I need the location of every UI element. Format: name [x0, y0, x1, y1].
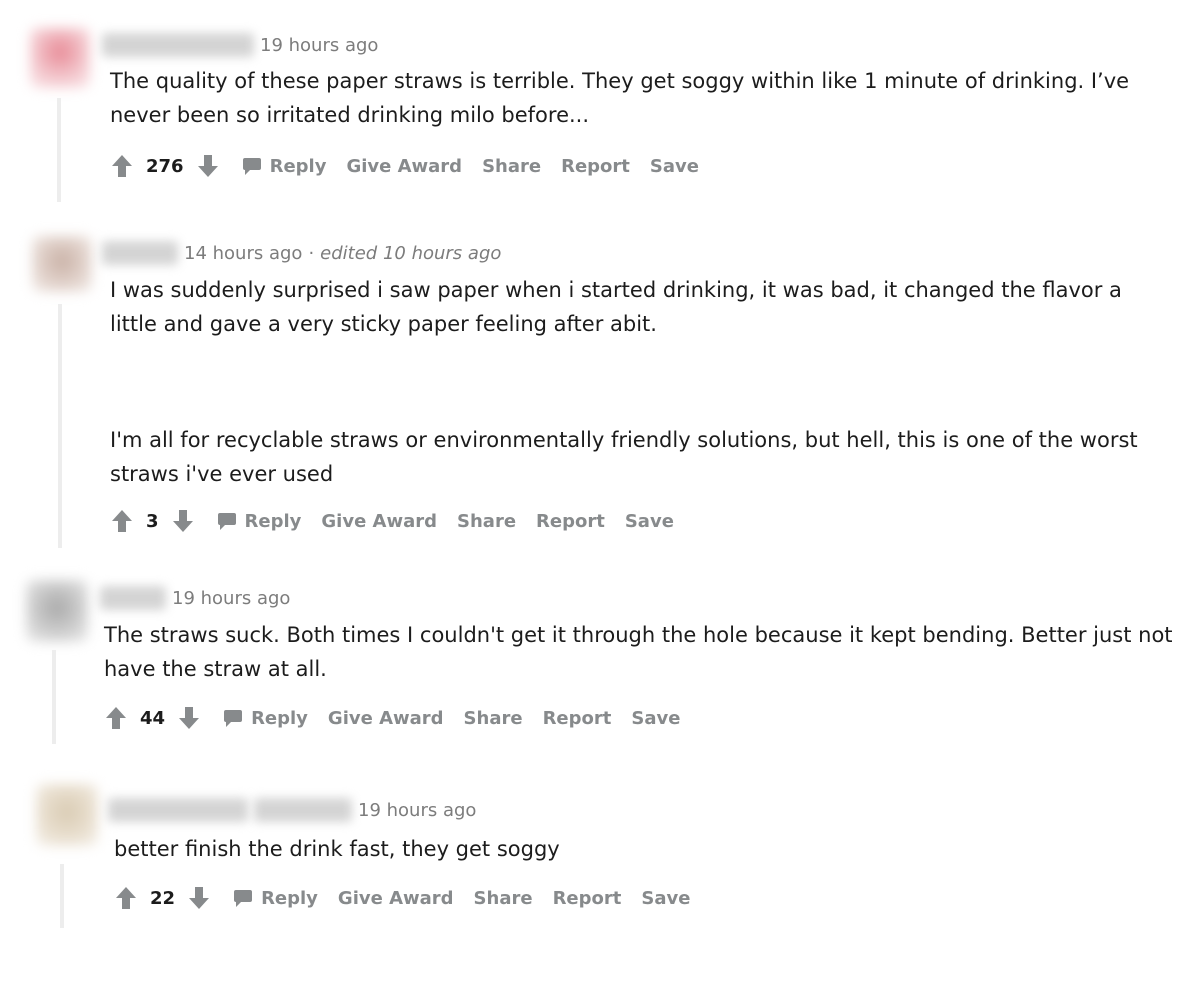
downvote-button[interactable]: [177, 705, 201, 731]
save-button[interactable]: Save: [631, 708, 680, 729]
username-blurred[interactable]: [102, 241, 178, 265]
reply-label: Reply: [261, 887, 318, 909]
give-award-button[interactable]: Give Award: [338, 888, 454, 909]
reply-label: Reply: [244, 510, 302, 532]
speech-bubble-icon: [217, 513, 236, 530]
avatar[interactable]: [26, 580, 88, 642]
upvote-button[interactable]: [110, 153, 134, 179]
comment: 14 hours ago · edited 10 hours ago I was…: [0, 210, 1200, 560]
comment-body: I was suddenly surprised i saw paper whe…: [110, 273, 1170, 491]
comment-paragraph: better finish the drink fast, they get s…: [114, 837, 560, 861]
thread-line[interactable]: [57, 98, 61, 202]
vote-score: 44: [140, 707, 166, 729]
arrow-up-icon: [112, 510, 132, 532]
username-blurred[interactable]: [102, 33, 254, 57]
comment-actions: 276 Reply Give Award Share Report Save: [110, 151, 699, 181]
save-button[interactable]: Save: [625, 511, 674, 532]
reply-button[interactable]: Reply: [217, 510, 302, 532]
give-award-button[interactable]: Give Award: [321, 511, 437, 532]
arrow-down-icon: [172, 510, 193, 532]
save-button[interactable]: Save: [641, 888, 690, 909]
downvote-button[interactable]: [171, 508, 195, 534]
share-button[interactable]: Share: [457, 511, 516, 532]
comment-body: The quality of these paper straws is ter…: [110, 64, 1185, 132]
comment-paragraph: The quality of these paper straws is ter…: [110, 69, 1130, 127]
timestamp: 19 hours ago: [358, 799, 477, 821]
comment-paragraph: The straws suck. Both times I couldn't g…: [104, 623, 1173, 681]
upvote-button[interactable]: [114, 885, 138, 911]
reply-button[interactable]: Reply: [233, 888, 318, 909]
share-button[interactable]: Share: [482, 156, 541, 177]
reply-label: Reply: [251, 707, 308, 729]
comment-meta: 19 hours ago: [102, 32, 378, 58]
comment-actions: 3 Reply Give Award Share Report Save: [110, 506, 674, 536]
comment-meta: 14 hours ago · edited 10 hours ago: [102, 240, 501, 266]
vote-score: 22: [150, 887, 176, 909]
report-button[interactable]: Report: [553, 888, 622, 909]
upvote-button[interactable]: [104, 705, 128, 731]
save-button[interactable]: Save: [650, 156, 699, 177]
comment: 19 hours ago The straws suck. Both times…: [0, 560, 1200, 760]
avatar[interactable]: [36, 784, 98, 846]
comment-paragraph: I'm all for recyclable straws or environ…: [110, 428, 1138, 486]
comment-actions: 22 Reply Give Award Share Report Save: [114, 883, 690, 913]
arrow-up-icon: [116, 887, 136, 909]
username-blurred[interactable]: [100, 586, 166, 610]
give-award-button[interactable]: Give Award: [328, 708, 444, 729]
reply-label: Reply: [269, 155, 327, 177]
share-button[interactable]: Share: [474, 888, 533, 909]
report-button[interactable]: Report: [536, 511, 605, 532]
username-blurred[interactable]: [108, 798, 248, 822]
comment-meta: 19 hours ago: [100, 585, 290, 611]
arrow-down-icon: [197, 155, 218, 177]
comment-body: The straws suck. Both times I couldn't g…: [104, 618, 1179, 686]
comment-paragraph: I was suddenly surprised i saw paper whe…: [110, 278, 1122, 336]
vote-score: 276: [146, 155, 184, 177]
reply-button[interactable]: Reply: [242, 155, 327, 177]
speech-bubble-icon: [242, 158, 261, 175]
edited-indicator: edited 10 hours ago: [320, 242, 502, 264]
timestamp: 19 hours ago: [260, 34, 379, 56]
give-award-button[interactable]: Give Award: [346, 156, 462, 177]
vote-score: 3: [146, 510, 159, 532]
arrow-down-icon: [189, 887, 210, 909]
comment-actions: 44 Reply Give Award Share Report Save: [104, 703, 680, 733]
thread-line[interactable]: [52, 650, 56, 744]
comment-meta: 19 hours ago: [108, 797, 476, 823]
share-button[interactable]: Share: [464, 708, 523, 729]
report-button[interactable]: Report: [561, 156, 630, 177]
avatar[interactable]: [30, 28, 90, 88]
arrow-up-icon: [112, 155, 132, 177]
arrow-down-icon: [179, 707, 200, 729]
upvote-button[interactable]: [110, 508, 134, 534]
avatar[interactable]: [32, 236, 92, 292]
thread-line[interactable]: [60, 864, 64, 928]
speech-bubble-icon: [234, 890, 253, 907]
comment: 19 hours ago better finish the drink fas…: [0, 760, 1200, 985]
reply-button[interactable]: Reply: [223, 708, 308, 729]
report-button[interactable]: Report: [543, 708, 612, 729]
thread-line[interactable]: [58, 304, 62, 548]
separator-dot: ·: [308, 242, 315, 264]
comment: 19 hours ago The quality of these paper …: [0, 0, 1200, 210]
comment-body: better finish the drink fast, they get s…: [114, 832, 1174, 866]
arrow-up-icon: [106, 707, 126, 729]
downvote-button[interactable]: [187, 885, 211, 911]
timestamp: 19 hours ago: [172, 587, 291, 609]
speech-bubble-icon: [224, 710, 243, 727]
downvote-button[interactable]: [196, 153, 220, 179]
timestamp: 14 hours ago: [184, 242, 303, 264]
user-flair-blurred[interactable]: [254, 798, 352, 822]
